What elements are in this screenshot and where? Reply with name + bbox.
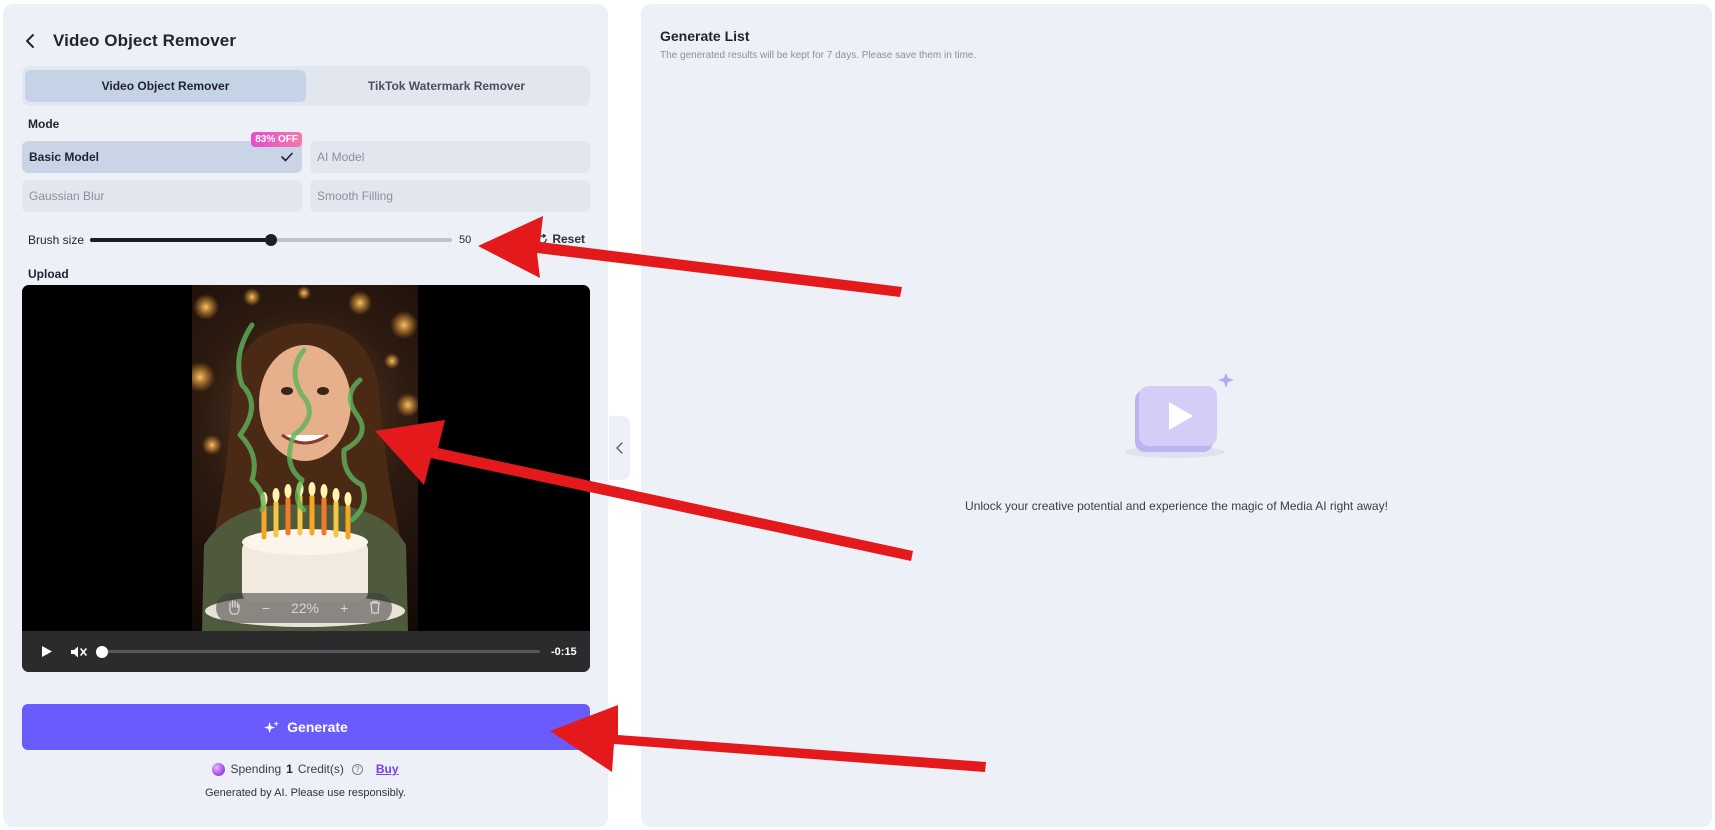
- spending-suffix: Credit(s): [297, 762, 344, 776]
- trash-icon[interactable]: [369, 600, 381, 617]
- generate-list-title: Generate List: [660, 28, 750, 44]
- video-controls: -0:15: [22, 631, 590, 672]
- upload-label: Upload: [28, 267, 69, 281]
- reset-icon: [538, 233, 548, 244]
- sparkle-icon: [264, 720, 280, 733]
- mode-label: Mode: [28, 117, 60, 131]
- video-frame[interactable]: − 22% +: [192, 285, 418, 631]
- mode-gaussian-blur[interactable]: Gaussian Blur: [22, 180, 302, 212]
- mode-basic-model-label: Basic Model: [29, 150, 100, 164]
- mode-smooth-filling-label: Smooth Filling: [317, 189, 394, 203]
- tool-tabs: Video Object Remover TikTok Watermark Re…: [22, 66, 590, 106]
- mode-gaussian-blur-label: Gaussian Blur: [29, 189, 105, 203]
- reset-button[interactable]: Reset: [537, 232, 585, 246]
- zoom-in-icon[interactable]: +: [340, 600, 348, 616]
- generate-list-subtitle: The generated results will be kept for 7…: [660, 50, 977, 61]
- video-progress-bar[interactable]: [96, 645, 540, 658]
- left-panel: Video Object Remover Video Object Remove…: [3, 4, 608, 827]
- mode-basic-model[interactable]: Basic Model 83% OFF: [22, 132, 302, 173]
- video-player[interactable]: − 22% + -0:15: [22, 285, 590, 672]
- tab-tiktok-watermark-remover[interactable]: TikTok Watermark Remover: [306, 70, 587, 102]
- collapse-panel-button[interactable]: [609, 416, 630, 480]
- zoom-toolbar: − 22% +: [216, 593, 392, 623]
- discount-badge: 83% OFF: [251, 132, 302, 147]
- generate-button[interactable]: Generate: [22, 704, 590, 750]
- brush-slider-fill: [90, 238, 271, 242]
- buy-link[interactable]: Buy: [376, 762, 399, 776]
- page-title: Video Object Remover: [53, 31, 237, 50]
- check-icon: [281, 151, 293, 165]
- generate-label: Generate: [287, 719, 348, 735]
- empty-state-message: Unlock your creative potential and exper…: [965, 499, 1388, 513]
- back-arrow-icon[interactable]: [25, 31, 39, 51]
- spending-info: Spending 1 Credit(s) ? Buy: [3, 762, 608, 776]
- zoom-level: 22%: [290, 600, 319, 616]
- mode-ai-model-label: AI Model: [317, 150, 365, 164]
- video-thumbnail-image: [192, 286, 418, 631]
- spending-prefix: Spending: [230, 762, 282, 776]
- generate-list-panel: Generate List The generated results will…: [641, 4, 1712, 827]
- play-icon[interactable]: [41, 645, 53, 658]
- hand-icon[interactable]: [227, 599, 241, 618]
- mode-smooth-filling[interactable]: Smooth Filling: [310, 180, 590, 212]
- video-progress-handle[interactable]: [96, 645, 108, 658]
- mute-icon[interactable]: [70, 645, 88, 659]
- help-icon[interactable]: ?: [351, 763, 363, 775]
- empty-video-icon: [1119, 372, 1239, 489]
- brush-size-row: Brush size 50 Reset: [28, 231, 588, 249]
- tab-video-object-remover[interactable]: Video Object Remover: [25, 70, 306, 102]
- mode-ai-model[interactable]: AI Model: [310, 141, 590, 173]
- reset-label: Reset: [552, 232, 585, 246]
- time-remaining: -0:15: [551, 645, 577, 658]
- spending-amount: 1: [286, 762, 293, 776]
- zoom-out-icon[interactable]: −: [262, 600, 270, 616]
- brush-size-slider[interactable]: [90, 234, 452, 246]
- ai-disclaimer: Generated by AI. Please use responsibly.: [205, 787, 406, 799]
- credit-coin-icon: [212, 762, 226, 776]
- brush-slider-handle[interactable]: [265, 234, 277, 246]
- brush-size-label: Brush size: [28, 233, 85, 247]
- app-root: Video Object Remover Video Object Remove…: [0, 0, 1715, 830]
- panel-header: Video Object Remover: [25, 31, 236, 51]
- brush-size-value: 50: [459, 234, 472, 246]
- chevron-left-icon: [616, 442, 623, 454]
